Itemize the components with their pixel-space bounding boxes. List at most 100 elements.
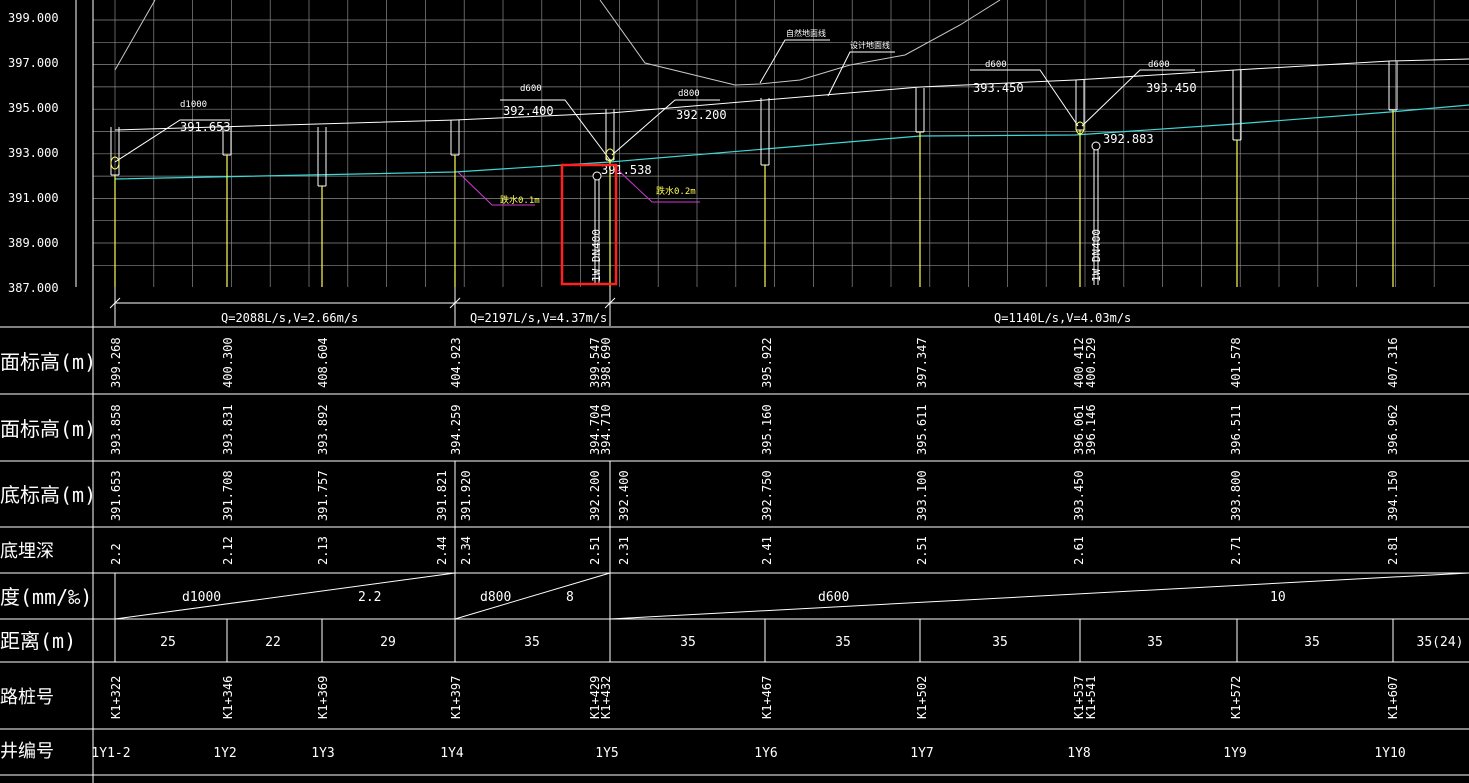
existing-ground-value: 397.347 [915, 337, 929, 388]
chainage-value: K1+467 [760, 676, 774, 719]
depth-value: 2.34 [459, 536, 473, 565]
slope-grade: 2.2 [358, 590, 381, 605]
depth-value: 2.71 [1229, 536, 1243, 565]
design-ground-value: 396.511 [1229, 404, 1243, 455]
existing-ground-value: 399.268 [109, 337, 123, 388]
slope-diagonal [609, 572, 1469, 620]
row-header: 底标高(m) [0, 483, 96, 507]
invert-value: 394.150 [1386, 470, 1400, 521]
chainage-value: K1+346 [221, 676, 235, 719]
row-header: 井编号 [0, 741, 54, 762]
design-ground-note: 设计地面线 [850, 40, 890, 50]
existing-ground-value: 407.316 [1386, 337, 1400, 388]
callout-group: d1000 391.653 d600 392.400 d800 392.200 … [114, 60, 1197, 163]
invert-value: 391.757 [316, 470, 330, 521]
pipe-profile-drawing: 399.000 397.000 395.000 393.000 391.000 … [0, 0, 1469, 783]
flow-segment-label: Q=1140L/s,V=4.03m/s [994, 311, 1131, 325]
depth-value: 2.61 [1072, 536, 1086, 565]
crossing-pipe-right: 392.883 1W DN400 [1090, 132, 1154, 285]
invert-value: 391.653 [109, 470, 123, 521]
y-tick-label: 399.000 [8, 11, 59, 25]
manhole-id: 1Y10 [1374, 746, 1405, 761]
manhole-id: 1Y7 [910, 746, 933, 761]
y-tick-label: 387.000 [8, 281, 59, 295]
manhole-group [110, 61, 1398, 287]
depth-value: 2.41 [760, 536, 774, 565]
y-tick-label: 389.000 [8, 236, 59, 250]
slope-diagonal [114, 572, 456, 620]
distance-value: 25 [160, 635, 176, 650]
depth-value: 2.31 [617, 536, 631, 565]
depth-value: 2.51 [588, 536, 602, 565]
row-header: 面标高(m) [0, 417, 96, 441]
row-header: 度(mm/‰) [0, 585, 92, 609]
invert-value: 393.800 [1229, 470, 1243, 521]
table-cells: 399.268 400.300 408.604 404.923 399.547398.6… [91, 337, 1463, 761]
natural-ground-note: 自然地面线 [786, 28, 826, 38]
design-ground-value: 393.892 [316, 404, 330, 455]
slope-size: d800 [480, 590, 511, 605]
design-ground-value: 393.831 [221, 404, 235, 455]
design-ground-value: 396.962 [1386, 404, 1400, 455]
invert-value: 393.450 [1072, 470, 1086, 521]
design-ground-value: 393.858 [109, 404, 123, 455]
distance-value: 22 [265, 635, 281, 650]
design-ground-value: 394.259 [449, 404, 463, 455]
distance-value: 35 [524, 635, 540, 650]
design-ground-value: 395.611 [915, 404, 929, 455]
y-tick-label: 393.000 [8, 146, 59, 160]
manhole-id: 1Y4 [440, 746, 464, 761]
row-header: 底埋深 [0, 541, 54, 562]
chainage-value: K1+322 [109, 676, 123, 719]
row-header: 路桩号 [0, 687, 54, 708]
invert-value: 391.920 [459, 470, 473, 521]
invert-value: 392.400 [617, 470, 631, 521]
distance-value: 35(24) [1417, 635, 1464, 650]
existing-ground-value: 404.923 [449, 337, 463, 388]
slope-size: d1000 [182, 590, 221, 605]
invert-value: 393.100 [915, 470, 929, 521]
depth-value: 2.2 [109, 543, 123, 565]
selection-highlight[interactable] [560, 163, 618, 286]
callout-elevation: 393.450 [1146, 81, 1197, 95]
slope-grade: 8 [566, 590, 574, 605]
design-ground-value: 394.710 [599, 404, 613, 455]
callout-elevation: 392.400 [503, 104, 554, 118]
invert-value: 391.821 [435, 470, 449, 521]
distance-value: 29 [380, 635, 396, 650]
depth-value: 2.13 [316, 536, 330, 565]
callout-elevation: 393.450 [973, 81, 1024, 95]
callout-size: d600 [985, 60, 1007, 70]
chainage-value: K1+369 [316, 676, 330, 719]
existing-ground-value: 401.578 [1229, 337, 1243, 388]
chainage-value: K1+502 [915, 676, 929, 719]
depth-value: 2.81 [1386, 536, 1400, 565]
depth-value: 2.51 [915, 536, 929, 565]
manhole-id: 1Y2 [213, 746, 236, 761]
depth-value: 2.44 [435, 536, 449, 565]
y-tick-label: 395.000 [8, 101, 59, 115]
manhole-id: 1Y6 [754, 746, 777, 761]
callout-leader [970, 69, 1079, 127]
row-headers: 面标高(m) 面标高(m) 底标高(m) 底埋深 度(mm/‰) 距离(m) 路… [0, 350, 96, 762]
y-tick-label: 391.000 [8, 191, 59, 205]
callout-elevation: 392.200 [676, 108, 727, 122]
y-tick-label: 397.000 [8, 56, 59, 70]
depth-value: 2.12 [221, 536, 235, 565]
existing-ground-value: 400.529 [1084, 337, 1098, 388]
design-ground-line [114, 58, 1469, 131]
flow-segment-label: Q=2088L/s,V=2.66m/s [221, 311, 358, 325]
distance-value: 35 [835, 635, 851, 650]
design-ground-value: 395.160 [760, 404, 774, 455]
chainage-value: K1+432 [599, 676, 613, 719]
profile-grid [93, 0, 1469, 287]
design-ground-value: 396.146 [1084, 404, 1098, 455]
manhole-id: 1Y9 [1223, 746, 1246, 761]
crossing-elevation: 392.883 [1103, 132, 1154, 146]
flow-dimension: Q=2088L/s,V=2.66m/s Q=2197L/s,V=4.37m/s … [109, 287, 1469, 326]
existing-ground-value: 408.604 [316, 337, 330, 388]
natural-ground-line [114, 0, 156, 71]
chainage-value: K1+607 [1386, 676, 1400, 719]
manhole-id: 1Y3 [311, 746, 334, 761]
callout-size: d1000 [180, 100, 207, 110]
